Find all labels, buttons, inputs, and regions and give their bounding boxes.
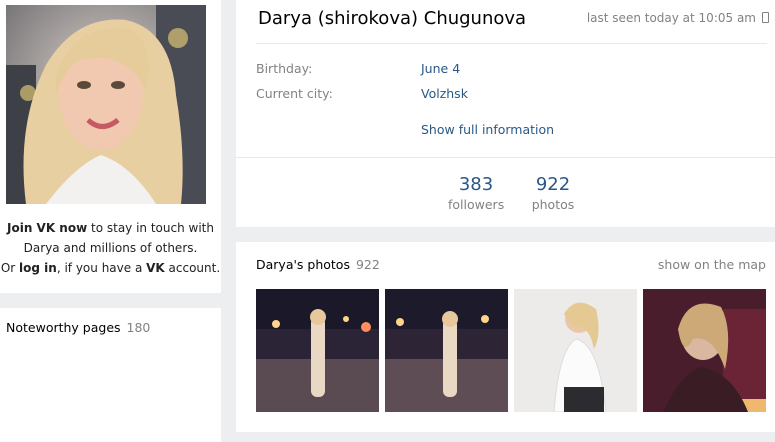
last-seen-text: last seen today at 10:05 am [586, 11, 756, 25]
photo-image [385, 289, 508, 412]
profile-sidebar-card: Join VK now to stay in touch with Darya … [0, 0, 221, 293]
photos-header[interactable]: Darya's photos 922 [256, 257, 380, 272]
join-text-end: account. [164, 261, 221, 275]
photo-image [256, 289, 379, 412]
last-seen-status: last seen today at 10:05 am [587, 11, 769, 25]
followers-count: 383 [458, 174, 494, 195]
avatar-image [6, 5, 206, 204]
birthday-label: Birthday: [256, 61, 313, 76]
divider [236, 157, 775, 158]
photo-thumbnail[interactable] [514, 289, 637, 412]
photos-counter[interactable]: 922 photos [528, 174, 578, 214]
followers-counter[interactable]: 383 followers [448, 174, 504, 214]
join-text-line2: Darya and millions of others. [23, 241, 198, 255]
profile-name: Darya (shirokova) Chugunova [258, 8, 527, 29]
current-city-value[interactable]: Volzhsk [421, 86, 468, 101]
join-text-line1: to stay in touch with [87, 221, 214, 235]
mobile-phone-icon [762, 12, 769, 23]
photos-label: photos [531, 197, 575, 212]
photo-image [514, 289, 637, 412]
current-city-label: Current city: [256, 86, 333, 101]
noteworthy-pages-title: Noteworthy pages [6, 320, 121, 335]
followers-label: followers [448, 197, 505, 212]
photo-thumbnail[interactable] [643, 289, 766, 412]
join-prompt: Join VK now to stay in touch with Darya … [0, 218, 221, 278]
photo-thumbnail[interactable] [256, 289, 379, 412]
photos-section-count: 922 [355, 257, 380, 272]
photo-image [643, 289, 766, 412]
join-now-link[interactable]: Join VK now [7, 221, 87, 235]
join-text-mid: , if you have a [56, 261, 147, 275]
noteworthy-pages-header[interactable]: Noteworthy pages 180 [6, 320, 150, 335]
divider [256, 43, 767, 44]
show-on-map-link[interactable]: show on the map [658, 257, 766, 272]
noteworthy-pages-count: 180 [126, 320, 151, 335]
join-text-or: Or [0, 261, 20, 275]
show-full-information-link[interactable]: Show full information [421, 122, 554, 137]
photos-title: Darya's photos [256, 257, 350, 272]
photos-count: 922 [535, 174, 571, 195]
birthday-value[interactable]: June 4 [421, 61, 460, 76]
photo-thumbnail[interactable] [385, 289, 508, 412]
profile-info-card [236, 0, 775, 227]
vk-brand: VK [146, 261, 165, 275]
profile-avatar[interactable] [6, 5, 206, 204]
log-in-link[interactable]: log in [19, 261, 57, 275]
